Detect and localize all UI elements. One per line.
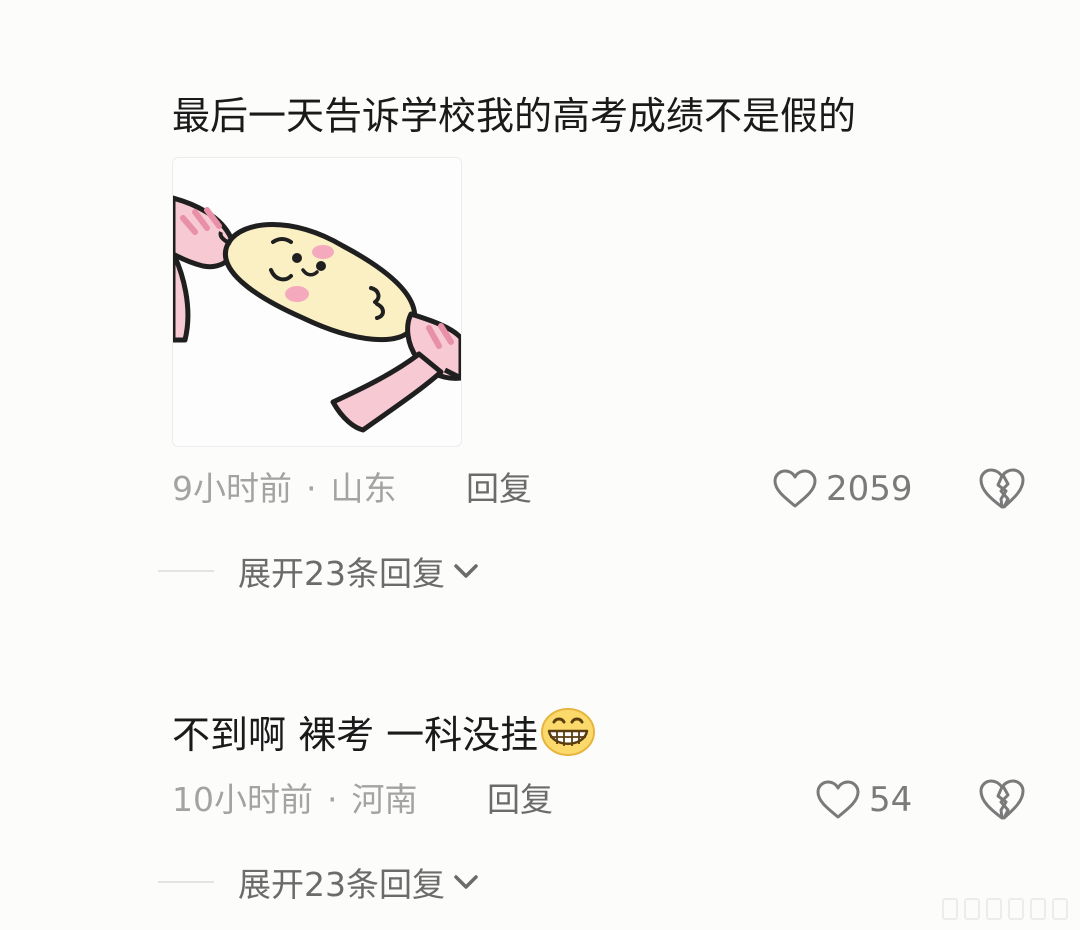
reply-button[interactable]: 回复 [466, 469, 532, 509]
reply-button[interactable]: 回复 [487, 780, 553, 820]
heart-outline-icon [773, 469, 817, 508]
expand-replies-button[interactable]: 展开23条回复 [158, 549, 481, 593]
grinning-face-icon [541, 708, 596, 756]
broken-heart-icon [979, 468, 1025, 509]
comment-meta: 10小时前 · 河南 [172, 780, 418, 820]
watermark-glyph [942, 898, 958, 920]
watermark-glyph [986, 898, 1002, 920]
expand-divider [158, 570, 214, 572]
comment-list: 最后一天告诉学校我的高考成绩不是假的 9小时前 · 山东 回复 2059 展开2… [0, 0, 1080, 930]
comment-text-content: 不到啊 裸考 一科没挂 [172, 713, 539, 757]
watermark-glyph [1052, 898, 1068, 920]
meta-separator: · [327, 780, 338, 819]
comment-meta: 9小时前 · 山东 [172, 469, 397, 509]
watermark-glyph [1030, 898, 1046, 920]
comment-location: 山东 [330, 469, 397, 508]
dislike-button[interactable] [978, 778, 1026, 822]
comment-location: 河南 [351, 780, 418, 819]
dislike-button[interactable] [978, 467, 1026, 511]
comment-text: 不到啊 裸考 一科没挂 [172, 706, 596, 759]
expand-divider [158, 881, 214, 883]
meta-separator: · [306, 469, 317, 508]
comment-time: 10小时前 [172, 780, 313, 819]
comment-time: 9小时前 [172, 469, 292, 508]
watermark-glyph [964, 898, 980, 920]
chevron-down-icon [454, 564, 478, 578]
expand-replies-button[interactable]: 展开23条回复 [158, 860, 481, 904]
comment-text: 最后一天告诉学校我的高考成绩不是假的 [172, 94, 857, 138]
watermark [918, 898, 1068, 920]
chevron-down-icon [454, 875, 478, 889]
bread-stretch-sticker-icon[interactable] [172, 157, 462, 447]
broken-heart-icon [979, 779, 1025, 820]
like-count: 2059 [826, 469, 913, 509]
watermark-glyph [1008, 898, 1024, 920]
expand-replies-label: 展开23条回复 [238, 554, 445, 593]
like-button[interactable]: 2059 [772, 467, 913, 511]
like-button[interactable]: 54 [815, 778, 912, 822]
like-count: 54 [869, 780, 913, 820]
expand-replies-label: 展开23条回复 [238, 865, 445, 904]
heart-outline-icon [816, 780, 860, 819]
